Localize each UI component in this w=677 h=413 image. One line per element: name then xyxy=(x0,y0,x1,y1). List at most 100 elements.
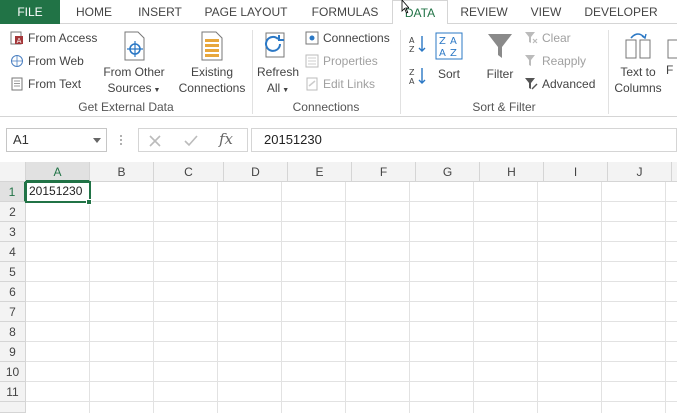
sort-z-to-a-button[interactable]: ZA xyxy=(408,66,428,86)
resize-handle-icon[interactable] xyxy=(120,134,122,146)
column-header-i[interactable]: I xyxy=(544,162,608,182)
row-header-3[interactable]: 3 xyxy=(0,222,26,242)
connections-button[interactable]: Connections xyxy=(305,31,390,45)
reapply-label: Reapply xyxy=(542,54,587,68)
clear-label: Clear xyxy=(542,31,571,45)
fill-handle[interactable] xyxy=(86,199,92,205)
row-header-4[interactable]: 4 xyxy=(0,242,26,262)
from-other-label-1: From Other xyxy=(103,65,165,79)
existing-connections-icon xyxy=(196,30,228,62)
reapply-icon xyxy=(524,54,538,68)
tab-file[interactable]: FILE xyxy=(0,0,60,24)
row-header-10[interactable]: 10 xyxy=(0,362,26,382)
column-header-e[interactable]: E xyxy=(288,162,352,182)
sort-label: Sort xyxy=(437,67,460,81)
column-header-j[interactable]: J xyxy=(608,162,672,182)
svg-text:A: A xyxy=(409,36,415,45)
edit-links-button[interactable]: Edit Links xyxy=(305,77,375,91)
filter-label: Filter xyxy=(486,67,514,81)
name-box[interactable]: A1 xyxy=(6,128,107,152)
row-header-12-partial[interactable] xyxy=(0,402,26,413)
advanced-filter-button[interactable]: Advanced xyxy=(524,77,595,91)
formula-input[interactable]: 20151230 xyxy=(251,128,677,152)
from-text-button[interactable]: From Text xyxy=(10,77,81,91)
flash-fill-label-partial: F xyxy=(666,63,674,77)
refresh-icon xyxy=(262,30,294,62)
row-header-1[interactable]: 1 xyxy=(0,182,26,202)
group-label-sort-filter: Sort & Filter xyxy=(472,100,536,114)
tab-review[interactable]: REVIEW xyxy=(452,0,516,24)
from-other-sources-button[interactable]: From Other Sources ▼ xyxy=(100,30,168,99)
connections-label: Connections xyxy=(323,31,390,45)
flash-fill-button-partial[interactable]: F xyxy=(666,30,677,78)
tab-home[interactable]: HOME xyxy=(64,0,124,24)
filter-funnel-icon xyxy=(484,30,516,62)
ribbon: A From Access From Web From Text From Ot… xyxy=(0,24,677,117)
row-header-7[interactable]: 7 xyxy=(0,302,26,322)
column-header-k-partial[interactable] xyxy=(672,162,677,182)
formula-buttons: fx xyxy=(138,128,248,152)
reapply-button[interactable]: Reapply xyxy=(524,54,586,68)
column-header-f[interactable]: F xyxy=(352,162,416,182)
group-label-connections: Connections xyxy=(292,100,360,114)
row-header-9[interactable]: 9 xyxy=(0,342,26,362)
svg-text:A: A xyxy=(17,37,22,45)
column-header-c[interactable]: C xyxy=(154,162,224,182)
group-separator xyxy=(608,30,609,114)
column-header-a[interactable]: A xyxy=(26,162,90,182)
dropdown-arrow-icon: ▼ xyxy=(153,87,161,94)
row-header-11[interactable]: 11 xyxy=(0,382,26,402)
svg-text:Z: Z xyxy=(450,48,457,59)
column-header-g[interactable]: G xyxy=(416,162,480,182)
from-access-label: From Access xyxy=(28,31,98,45)
clear-filter-icon xyxy=(524,31,538,45)
name-box-value: A1 xyxy=(13,132,29,147)
enter-check-icon[interactable] xyxy=(183,133,199,149)
existing-connections-button[interactable]: Existing Connections xyxy=(176,30,248,96)
column-header-h[interactable]: H xyxy=(480,162,544,182)
tab-page-layout[interactable]: PAGE LAYOUT xyxy=(196,0,296,24)
sort-ascending-icon: AZ xyxy=(409,36,426,54)
ribbon-tab-bar: FILE HOME INSERT PAGE LAYOUT FORMULAS DA… xyxy=(0,0,677,25)
svg-text:A: A xyxy=(450,36,457,47)
from-other-label-2: Sources xyxy=(107,81,152,95)
sort-a-to-z-button[interactable]: AZ xyxy=(408,34,428,54)
web-icon xyxy=(10,54,24,68)
from-access-button[interactable]: A From Access xyxy=(10,31,97,45)
properties-button[interactable]: Properties xyxy=(305,54,378,68)
cancel-icon[interactable] xyxy=(147,133,163,149)
filter-button[interactable]: Filter xyxy=(482,30,518,82)
tab-formulas[interactable]: FORMULAS xyxy=(300,0,390,24)
sort-button[interactable]: ZAAZ Sort xyxy=(432,30,466,82)
properties-label: Properties xyxy=(323,54,378,68)
refresh-all-button[interactable]: Refresh All ▼ xyxy=(256,30,300,99)
row-header-6[interactable]: 6 xyxy=(0,282,26,302)
group-label-get-external-data: Get External Data xyxy=(78,100,174,114)
tab-insert[interactable]: INSERT xyxy=(128,0,192,24)
column-header-b[interactable]: B xyxy=(90,162,154,182)
insert-function-button[interactable]: fx xyxy=(219,130,233,148)
row-header-8[interactable]: 8 xyxy=(0,322,26,342)
chevron-down-icon[interactable] xyxy=(93,138,101,143)
formula-bar: A1 fx 20151230 xyxy=(0,126,677,154)
select-all-corner[interactable] xyxy=(0,162,26,182)
tab-developer[interactable]: DEVELOPER xyxy=(576,0,666,24)
row-header-2[interactable]: 2 xyxy=(0,202,26,222)
existing-label-2: Connections xyxy=(178,81,246,95)
cell-a1[interactable]: 20151230 xyxy=(25,181,91,203)
sort-dialog-icon: ZAAZ xyxy=(433,30,465,62)
clear-filter-button[interactable]: Clear xyxy=(524,31,571,45)
text-to-columns-button[interactable]: Text to Columns xyxy=(612,30,664,96)
svg-text:Z: Z xyxy=(409,45,415,54)
from-web-button[interactable]: From Web xyxy=(10,54,84,68)
refresh-label-1: Refresh xyxy=(256,65,300,79)
column-header-d[interactable]: D xyxy=(224,162,288,182)
cells-area[interactable] xyxy=(26,182,677,413)
text-file-icon xyxy=(10,77,24,91)
tab-view[interactable]: VIEW xyxy=(520,0,572,24)
advanced-label: Advanced xyxy=(542,77,596,91)
row-header-5[interactable]: 5 xyxy=(0,262,26,282)
refresh-label-2: All xyxy=(266,81,281,95)
mouse-cursor-icon xyxy=(401,0,409,14)
dropdown-arrow-icon: ▼ xyxy=(282,87,290,94)
